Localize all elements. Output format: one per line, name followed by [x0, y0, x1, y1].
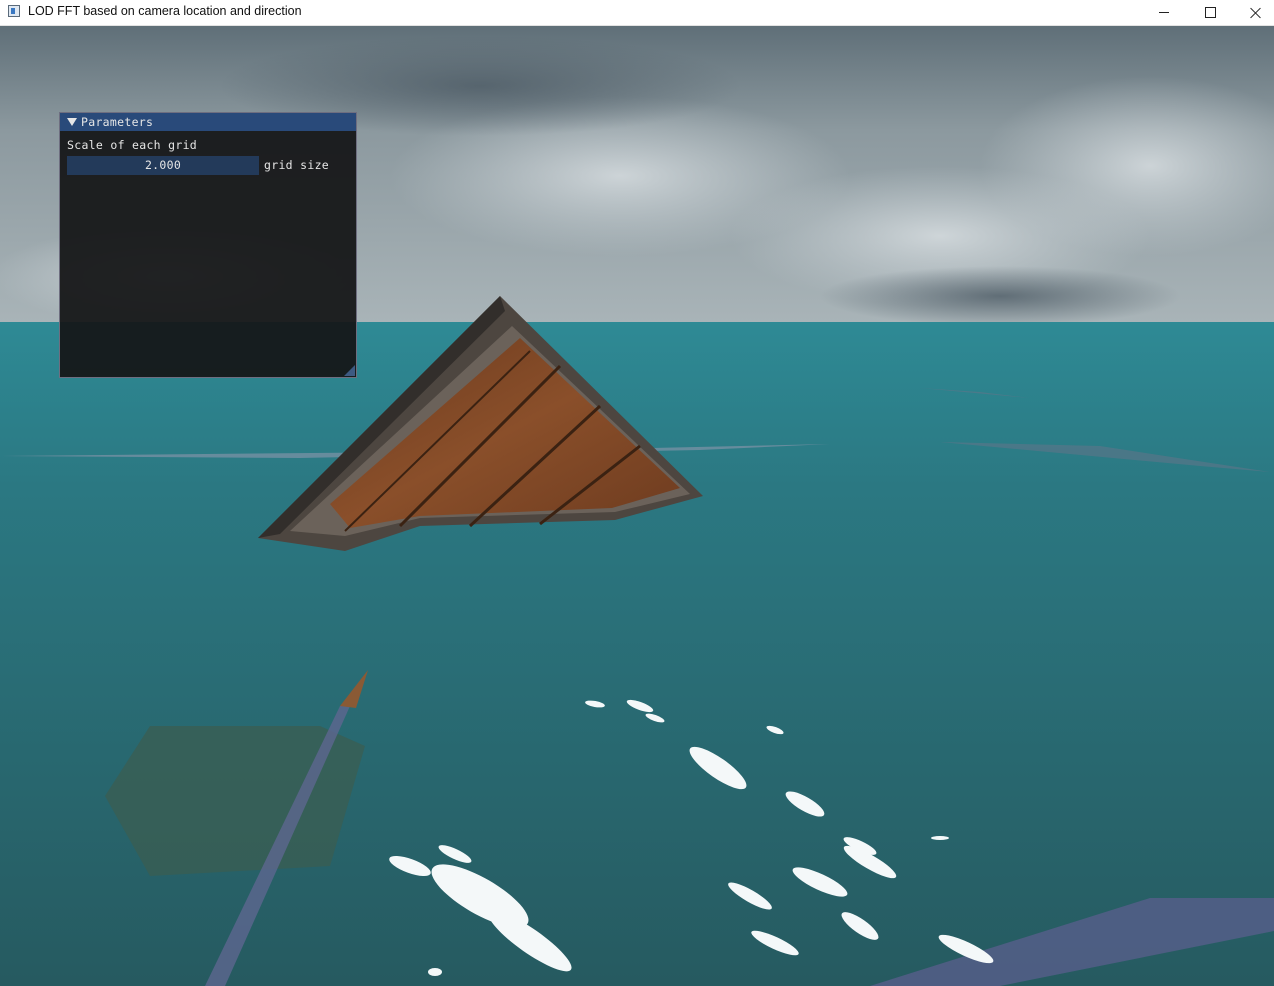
grid-size-slider[interactable]: 2.000 — [67, 156, 259, 175]
minimize-icon — [1159, 12, 1169, 13]
title-bar: LOD FFT based on camera location and dir… — [0, 0, 1274, 26]
ocean — [0, 322, 1274, 986]
minimize-button[interactable] — [1141, 0, 1187, 25]
render-viewport[interactable]: Parameters Scale of each grid 2.000 grid… — [0, 26, 1274, 986]
app-icon — [8, 5, 20, 17]
close-icon — [1250, 7, 1262, 19]
maximize-button[interactable] — [1187, 0, 1233, 25]
parameters-panel-header[interactable]: Parameters — [60, 113, 356, 131]
parameters-panel[interactable]: Parameters Scale of each grid 2.000 grid… — [59, 112, 357, 378]
collapse-triangle-icon[interactable] — [67, 118, 77, 126]
grid-scale-label: Scale of each grid — [67, 138, 198, 152]
window-title: LOD FFT based on camera location and dir… — [28, 4, 302, 18]
resize-grip-icon[interactable] — [344, 365, 355, 376]
grid-size-label: grid size — [264, 158, 330, 172]
cloud — [820, 266, 1180, 326]
close-button[interactable] — [1233, 0, 1274, 25]
maximize-icon — [1204, 7, 1216, 18]
grid-size-value: 2.000 — [144, 158, 182, 172]
parameters-panel-title: Parameters — [81, 115, 154, 129]
